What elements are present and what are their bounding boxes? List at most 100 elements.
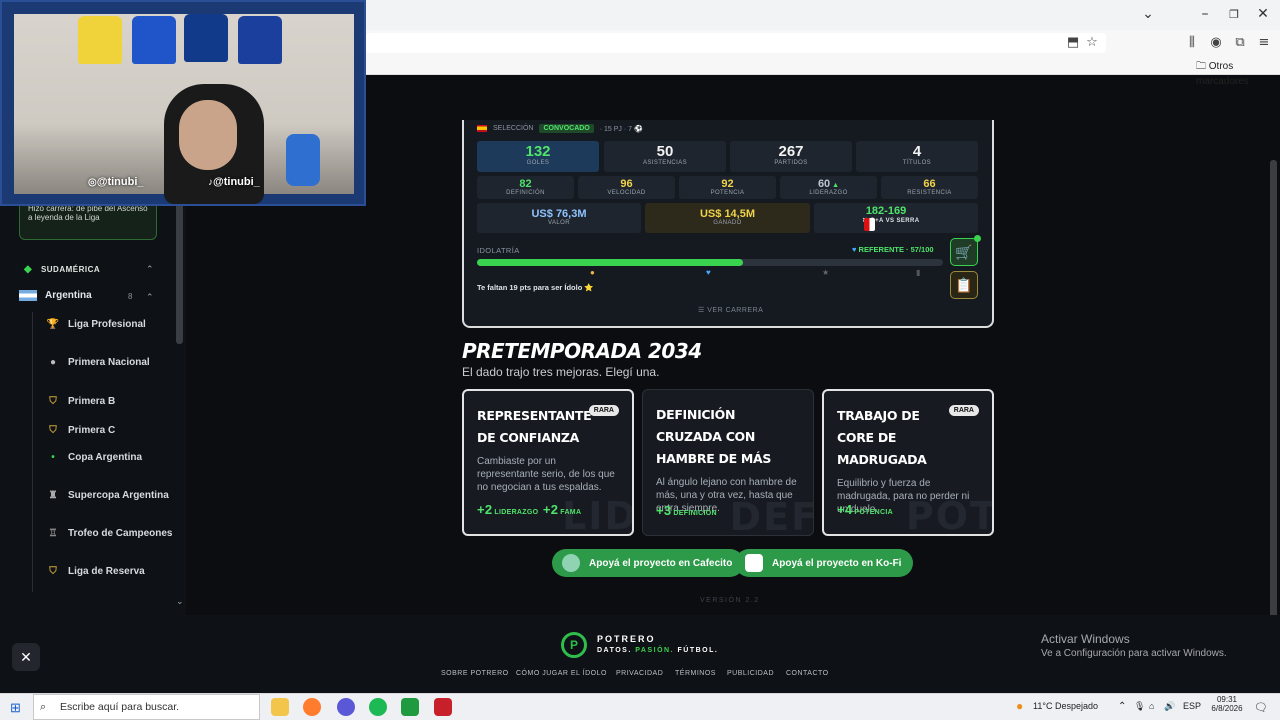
country-argentina[interactable]: Argentina <box>19 290 92 301</box>
spotify-icon[interactable] <box>369 698 387 716</box>
restore-icon[interactable]: ❐ <box>1224 8 1244 26</box>
notification-dot <box>974 235 981 242</box>
sidebar-item-trofeo-campeones[interactable]: ♖ Trofeo de Campeones <box>46 527 176 541</box>
volume-icon[interactable]: 🔊 <box>1164 701 1175 712</box>
x-social-button[interactable]: ✕ <box>12 643 40 671</box>
country-count: 8 <box>128 292 133 301</box>
attr-definicion: 82 DEFINICIÓN <box>477 176 574 199</box>
extensions-icon[interactable]: ⧉ <box>1232 35 1248 51</box>
star-icon[interactable]: ☆ <box>1084 35 1100 51</box>
close-icon[interactable]: ✕ <box>1253 6 1273 24</box>
instagram-icon: ◎ <box>88 177 97 188</box>
clipboard-icon: 📋 <box>955 276 973 293</box>
bonus-row: +2 LIDERAZGO +2 FAMA <box>477 502 582 517</box>
address-bar[interactable] <box>366 33 1106 53</box>
star-icon: ★ <box>822 268 830 277</box>
tree-line <box>32 312 33 592</box>
weather-text[interactable]: 11°C Despejado <box>1033 701 1098 711</box>
language-indicator[interactable]: ESP <box>1183 701 1201 711</box>
app-icon[interactable] <box>401 698 419 716</box>
sidebar-item-supercopa-argentina[interactable]: ♜ Supercopa Argentina <box>46 489 176 503</box>
rarity-badge: RARA <box>588 405 619 416</box>
chevron-up-icon[interactable]: ⌃ <box>146 264 154 275</box>
sidebar-item-primera-b[interactable]: ⛉ Primera B <box>46 395 176 409</box>
chair-image <box>286 134 320 186</box>
notification-icon[interactable]: 🗨 <box>1254 701 1268 714</box>
library-icon[interactable]: ⫼ <box>1184 35 1200 51</box>
taskbar-search-input[interactable]: Escribe aquí para buscar. <box>33 694 260 720</box>
brand-tagline: DATOS. PASIÓN. FÚTBOL. <box>597 647 719 654</box>
trophy-icon: ♖ <box>48 528 58 539</box>
argentina-flag-icon <box>19 290 37 301</box>
account-icon[interactable]: ◉ <box>1208 35 1224 51</box>
view-career-link[interactable]: ☰ VER CARRERA <box>698 306 763 314</box>
bonus-row: +3 DEFINICIÓN <box>656 503 717 518</box>
clock[interactable]: 09:31 6/8/2026 <box>1210 695 1244 713</box>
trophy-icon: 🏆 <box>46 319 60 330</box>
voicemeeter-icon[interactable] <box>434 698 452 716</box>
preseason-option-2[interactable]: DEF DEFINICIÓN CRUZADA CON HAMBRE DE MÁS… <box>642 389 814 536</box>
cup-icon: • <box>51 452 55 463</box>
footer-link-terms[interactable]: TÉRMINOS <box>675 670 716 677</box>
shop-button[interactable]: 🛒 <box>950 238 978 266</box>
called-up-badge: CONVOCADO <box>539 124 594 133</box>
windows-start-icon[interactable]: ⊞ <box>10 700 21 716</box>
cart-icon: 🛒 <box>955 243 973 260</box>
firefox-icon[interactable] <box>303 698 321 716</box>
derby-stat: 182-169 ✖ G+A VS SERRA <box>814 203 978 233</box>
up-arrow-icon: ▲ <box>830 182 840 189</box>
sidebar-item-primera-nacional[interactable]: ● Primera Nacional <box>46 356 176 370</box>
file-explorer-icon[interactable] <box>271 698 289 716</box>
instagram-handle: ◎@tinubi_ <box>88 176 144 188</box>
dot-icon: ● <box>49 357 57 368</box>
microphone-icon[interactable]: 🎙 <box>1134 701 1145 712</box>
brand-name: POTRERO <box>597 634 656 644</box>
sidebar-item-liga-reserva[interactable]: ⛉ Liga de Reserva <box>46 565 176 579</box>
chevron-down-icon[interactable]: ⌄ <box>1138 6 1158 24</box>
footer-link-about[interactable]: SOBRE POTRERO <box>441 670 509 677</box>
sidebar-item-copa-argentina[interactable]: • Copa Argentina <box>46 451 176 465</box>
sidebar-item-primera-c[interactable]: ⛉ Primera C <box>46 424 176 438</box>
kofi-button[interactable]: Apoyá el proyecto en Ko-Fi <box>735 549 914 577</box>
scroll-down-icon[interactable]: ⌄ <box>176 596 184 607</box>
webcam-overlay: ◎@tinubi_ ♪@tinubi_ <box>0 0 366 206</box>
preseason-option-3[interactable]: POT TRABAJO DE CORE DE MADRUGADA RARA Eq… <box>822 389 994 536</box>
preseason-subtitle: El dado trajo tres mejoras. Elegí una. <box>462 365 660 379</box>
discord-icon[interactable] <box>337 698 355 716</box>
spain-flag-icon <box>477 125 487 132</box>
footer-link-ads[interactable]: PUBLICIDAD <box>727 670 774 677</box>
cafecito-button[interactable]: Apoyá el proyecto en Cafecito <box>552 549 745 577</box>
preseason-option-1[interactable]: LID REPRESENTANTE DE CONFIANZA RARA Camb… <box>462 389 634 536</box>
clipboard-button[interactable]: 📋 <box>950 271 978 299</box>
sidebar-item-liga-profesional[interactable]: 🏆 Liga Profesional <box>46 318 176 332</box>
bonus-row: +4 POTENCIA <box>837 502 893 517</box>
menu-icon[interactable]: ≡ <box>1256 35 1272 51</box>
market-value: US$ 76,3M VALOR <box>477 203 641 233</box>
search-icon: ⌕ <box>40 701 47 713</box>
idolatry-label: IDOLATRÍA <box>477 246 520 255</box>
stat-titles: 4 TÍTULOS <box>856 141 978 172</box>
idolatry-progress-fill <box>477 259 743 266</box>
shield-icon: ⛉ <box>49 396 57 407</box>
region-header[interactable]: ◆ SUDAMÉRICA <box>24 264 100 275</box>
attr-velocidad: 96 VELOCIDAD <box>578 176 675 199</box>
heart-icon: ♥ <box>706 268 711 277</box>
other-bookmarks[interactable]: 🗀 Otros marcadores <box>1196 59 1280 87</box>
stat-matches: 267 PARTIDOS <box>730 141 852 172</box>
activate-windows-subtitle: Ve a Configuración para activar Windows. <box>1041 648 1227 659</box>
save-page-icon[interactable]: ⬒ <box>1065 35 1081 51</box>
tray-chevron-icon[interactable]: ⌃ <box>1118 701 1126 712</box>
attr-potencia: 92 POTENCIA <box>679 176 776 199</box>
footer-link-privacy[interactable]: PRIVACIDAD <box>616 670 663 677</box>
webcam-video <box>14 14 354 204</box>
chevron-up-icon[interactable]: ⌃ <box>146 292 154 303</box>
potrero-logo-icon[interactable]: P <box>561 632 587 658</box>
weather-icon[interactable]: ● <box>1016 699 1023 713</box>
earned-money: US$ 14,5M GANADO <box>645 203 810 233</box>
network-icon[interactable]: ⌂ <box>1149 701 1154 711</box>
footer-link-contact[interactable]: CONTACTO <box>786 670 829 677</box>
minimize-icon[interactable]: – <box>1195 6 1215 24</box>
footer-link-how-to-play[interactable]: CÓMO JUGAR EL ÍDOLO <box>516 670 607 677</box>
page-scrollbar[interactable] <box>1270 160 1277 680</box>
activate-windows-title: Activar Windows <box>1041 632 1130 646</box>
